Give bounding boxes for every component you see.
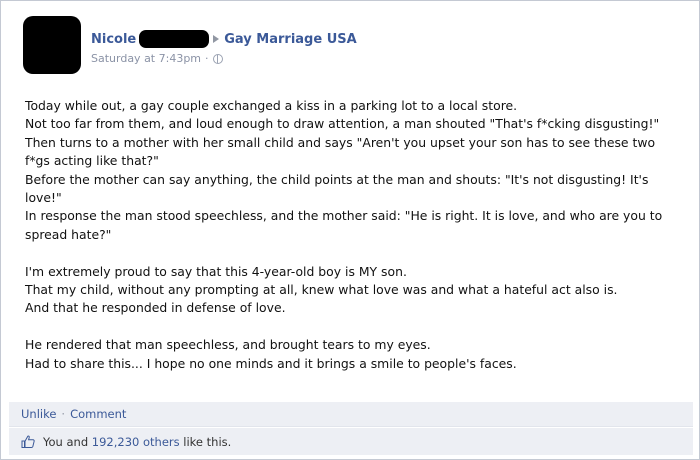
post-text-line: Today while out, a gay couple exchanged … bbox=[25, 98, 518, 113]
post-actions-bar: Unlike · Comment bbox=[9, 402, 693, 427]
thumbs-up-icon bbox=[21, 435, 35, 448]
avatar[interactable] bbox=[23, 16, 81, 74]
likes-suffix: like this. bbox=[183, 434, 232, 449]
post-card: Nicole Gay Marriage USA Saturday at 7:43… bbox=[0, 0, 700, 460]
page-name-link[interactable]: Gay Marriage USA bbox=[224, 32, 356, 47]
arrow-right-icon bbox=[213, 35, 220, 43]
post-text-line: Had to share this... I hope no one minds… bbox=[25, 355, 517, 371]
likes-summary: You and 192,230 others like this. bbox=[9, 428, 693, 455]
post-meta: Saturday at 7:43pm · bbox=[91, 52, 223, 65]
actions-separator: · bbox=[61, 407, 66, 421]
likes-prefix: You and bbox=[43, 434, 89, 449]
post-text-line: Not too far from them, and loud enough t… bbox=[25, 116, 660, 132]
post-text-line: That my child, without any prompting at … bbox=[25, 282, 618, 298]
post-text-line: And that he responded in defense of love… bbox=[25, 300, 286, 316]
globe-icon[interactable] bbox=[212, 53, 223, 64]
timestamp-link[interactable]: Saturday at 7:43pm bbox=[91, 52, 201, 65]
unlike-button[interactable]: Unlike bbox=[21, 407, 56, 421]
others-likes-link[interactable]: 192,230 others bbox=[92, 435, 180, 449]
post-header: Nicole Gay Marriage USA bbox=[91, 29, 357, 49]
comment-button[interactable]: Comment bbox=[70, 407, 126, 421]
post-body: Today while out, a gay couple exchanged … bbox=[25, 97, 675, 373]
redacted-surname bbox=[139, 30, 210, 48]
post-text-line: I'm extremely proud to say that this 4-y… bbox=[25, 263, 407, 279]
meta-separator: · bbox=[205, 52, 209, 65]
post-text-line: He rendered that man speechless, and bro… bbox=[25, 337, 431, 353]
author-name-link[interactable]: Nicole bbox=[91, 32, 136, 47]
post-text-line: Before the mother can say anything, the … bbox=[25, 171, 649, 206]
post-text-line: Then turns to a mother with her small ch… bbox=[25, 134, 656, 169]
post-text-line: In response the man stood speechless, an… bbox=[25, 208, 663, 242]
